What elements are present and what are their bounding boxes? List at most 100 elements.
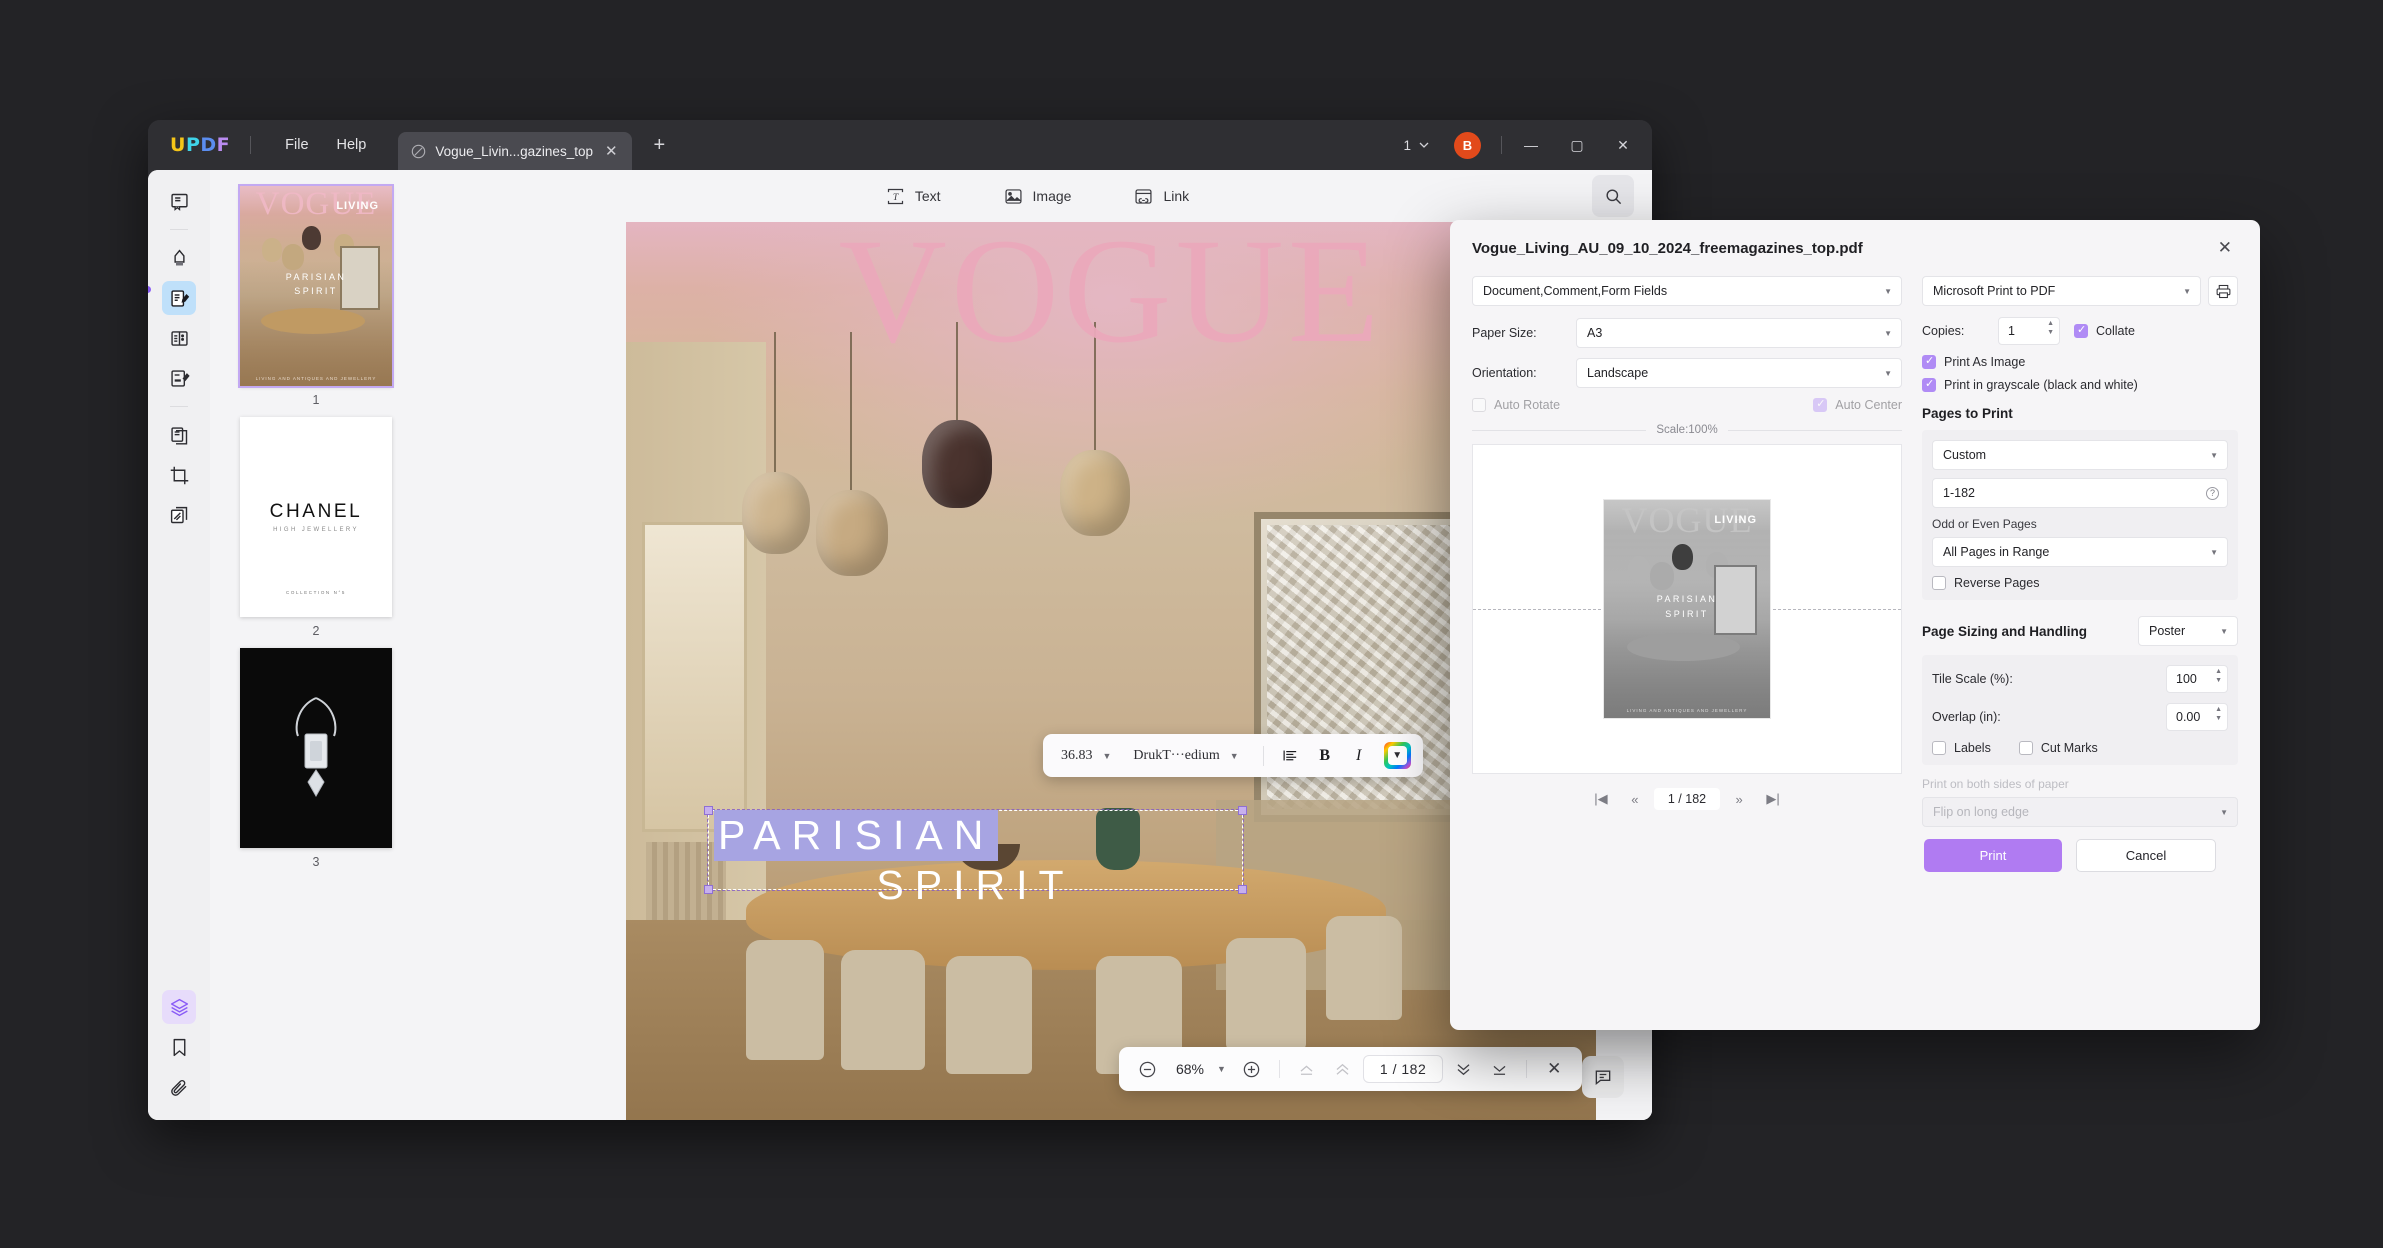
- menu-file[interactable]: File: [271, 131, 322, 159]
- print-button[interactable]: Print: [1924, 839, 2062, 872]
- bold-button[interactable]: B: [1310, 742, 1340, 770]
- font-family-value[interactable]: DrukT···edium: [1127, 748, 1225, 764]
- thumbnail-item[interactable]: 3: [210, 648, 422, 869]
- odd-even-select[interactable]: All Pages in Range ▼: [1932, 537, 2228, 567]
- sidebar-item-layers[interactable]: [162, 990, 196, 1024]
- sidebar-item-annotate[interactable]: [162, 241, 196, 275]
- font-family-chevron-icon[interactable]: ▼: [1230, 751, 1239, 761]
- pages-mode-select[interactable]: Custom ▼: [1932, 440, 2228, 470]
- sidebar-item-form[interactable]: [162, 361, 196, 395]
- reverse-pages-checkbox[interactable]: Reverse Pages: [1932, 576, 2228, 590]
- document-tab[interactable]: Vogue_Livin...gazines_top ✕: [398, 132, 632, 170]
- help-icon[interactable]: ?: [2206, 486, 2219, 500]
- toolbar-image-tool[interactable]: Image: [1003, 186, 1071, 207]
- last-page-icon[interactable]: [1483, 1053, 1515, 1085]
- checkbox-box: [2074, 323, 2088, 338]
- current-page-field[interactable]: 1 / 182: [1362, 1055, 1444, 1083]
- thumbnail-panel[interactable]: VOGUE LIVING PARISIAN SPIRIT LIVING AND …: [210, 170, 422, 1120]
- first-page-icon[interactable]: [1291, 1053, 1323, 1085]
- chair-3: [946, 956, 1032, 1074]
- headline-parisian[interactable]: PARISIAN: [714, 810, 999, 861]
- auto-rotate-checkbox[interactable]: Auto Rotate: [1472, 398, 1560, 412]
- printer-icon: [2215, 283, 2232, 300]
- stepper-arrows-icon[interactable]: ▲ ▼: [2047, 320, 2054, 336]
- window-minimize-button[interactable]: —: [1510, 128, 1552, 162]
- preview-next-page-button[interactable]: »: [1724, 786, 1754, 812]
- sidebar-item-attachment[interactable]: [162, 1070, 196, 1104]
- close-page-bar-button[interactable]: ✕: [1538, 1053, 1570, 1085]
- window-maximize-button[interactable]: ▢: [1556, 128, 1598, 162]
- preview-prev-page-button[interactable]: «: [1620, 786, 1650, 812]
- printer-properties-button[interactable]: [2208, 276, 2238, 306]
- thumbnail-page-2[interactable]: CHANEL HIGH JEWELLERY COLLECTION N°5: [240, 417, 392, 617]
- text-format-toolbar[interactable]: 36.83 ▼ DrukT···edium ▼ B I ▼: [1043, 734, 1423, 777]
- page-layout-selector[interactable]: 1: [1394, 133, 1438, 158]
- thumbnail-page-3[interactable]: [240, 648, 392, 848]
- page-sizing-mode-select[interactable]: Poster ▼: [2138, 616, 2238, 646]
- cancel-button[interactable]: Cancel: [2076, 839, 2216, 872]
- search-button[interactable]: [1592, 175, 1634, 217]
- left-toolbar-rail: [148, 170, 210, 1120]
- menu-help[interactable]: Help: [323, 131, 381, 159]
- orientation-select[interactable]: Landscape ▼: [1576, 358, 1902, 388]
- user-avatar[interactable]: B: [1454, 131, 1481, 159]
- labels-checkbox[interactable]: Labels: [1932, 741, 1991, 755]
- font-size-value[interactable]: 36.83: [1055, 748, 1099, 764]
- printer-select[interactable]: Microsoft Print to PDF ▼: [1922, 276, 2201, 306]
- font-size-chevron-icon[interactable]: ▼: [1103, 751, 1112, 761]
- zoom-out-button[interactable]: [1131, 1053, 1163, 1085]
- toolbar-link-tool[interactable]: Link: [1133, 186, 1189, 207]
- page-range-input[interactable]: 1-182 ?: [1932, 478, 2228, 508]
- print-dialog-close-button[interactable]: ✕: [2212, 234, 2238, 262]
- zoom-level-value[interactable]: 68%: [1167, 1061, 1213, 1077]
- zoom-chevron-icon[interactable]: ▼: [1217, 1064, 1226, 1074]
- toolbar-link-label: Link: [1163, 188, 1190, 204]
- page-navigation-bar[interactable]: 68% ▼ 1 / 182 ✕: [1119, 1047, 1583, 1091]
- toolbar-text-tool[interactable]: T Text: [885, 186, 941, 207]
- auto-center-checkbox[interactable]: Auto Center: [1813, 397, 1902, 412]
- preview-last-page-button[interactable]: ▶|: [1758, 786, 1788, 812]
- headline-spirit[interactable]: SPIRIT: [708, 862, 1243, 909]
- preview-first-page-button[interactable]: |◀: [1586, 786, 1616, 812]
- italic-button[interactable]: I: [1344, 742, 1374, 770]
- sidebar-item-reader[interactable]: [162, 184, 196, 218]
- print-as-image-checkbox[interactable]: Print As Image: [1922, 354, 2238, 369]
- stepper-arrows-icon[interactable]: ▲ ▼: [2215, 706, 2222, 722]
- print-grayscale-checkbox[interactable]: Print in grayscale (black and white): [1922, 377, 2238, 392]
- toolbar-separator: [1262, 745, 1264, 766]
- cut-marks-checkbox[interactable]: Cut Marks: [2018, 741, 2098, 755]
- tab-close-icon[interactable]: ✕: [602, 142, 621, 161]
- preview-page-indicator[interactable]: 1 / 182: [1653, 788, 1721, 810]
- overlap-stepper[interactable]: 0.00 ▲ ▼: [2166, 703, 2228, 731]
- tile-scale-stepper[interactable]: 100 ▲ ▼: [2166, 665, 2228, 693]
- print-content-select[interactable]: Document,Comment,Form Fields ▼: [1472, 276, 1902, 306]
- resize-handle-left[interactable]: [704, 806, 713, 815]
- scale-indicator: Scale:100%: [1472, 424, 1902, 436]
- checkbox-box: [1932, 741, 1946, 755]
- thumbnail-item[interactable]: CHANEL HIGH JEWELLERY COLLECTION N°5 2: [210, 417, 422, 638]
- thumbnail-page-1[interactable]: VOGUE LIVING PARISIAN SPIRIT LIVING AND …: [238, 184, 394, 388]
- copies-stepper[interactable]: 1 ▲ ▼: [1998, 317, 2060, 345]
- align-left-icon[interactable]: [1276, 742, 1306, 770]
- sidebar-item-edit-pdf[interactable]: [162, 281, 196, 315]
- sidebar-item-ocr[interactable]: [162, 498, 196, 532]
- zoom-in-button[interactable]: [1236, 1053, 1268, 1085]
- prev-page-icon[interactable]: [1327, 1053, 1359, 1085]
- stepper-arrows-icon[interactable]: ▲ ▼: [2215, 668, 2222, 684]
- duplex-select[interactable]: Flip on long edge ▼: [1922, 797, 2238, 827]
- comment-button[interactable]: [1582, 1056, 1624, 1098]
- rail-collapse-handle[interactable]: [148, 286, 151, 293]
- collate-checkbox[interactable]: Collate: [2074, 323, 2135, 338]
- sidebar-item-bookmark[interactable]: [162, 1030, 196, 1064]
- window-close-button[interactable]: ✕: [1602, 128, 1644, 162]
- preview-page-image: VOGUE LIVING PARISIAN SPIRIT LIVING AND …: [1604, 500, 1770, 718]
- new-tab-button[interactable]: +: [646, 132, 674, 159]
- sidebar-item-organize-pages[interactable]: [162, 321, 196, 355]
- sidebar-item-crop[interactable]: [162, 458, 196, 492]
- sidebar-item-convert[interactable]: [162, 418, 196, 452]
- thumbnail-item[interactable]: VOGUE LIVING PARISIAN SPIRIT LIVING AND …: [210, 184, 422, 407]
- next-page-icon[interactable]: [1447, 1053, 1479, 1085]
- paper-size-select[interactable]: A3 ▼: [1576, 318, 1902, 348]
- text-color-picker[interactable]: ▼: [1383, 742, 1411, 769]
- resize-handle-right[interactable]: [1238, 806, 1247, 815]
